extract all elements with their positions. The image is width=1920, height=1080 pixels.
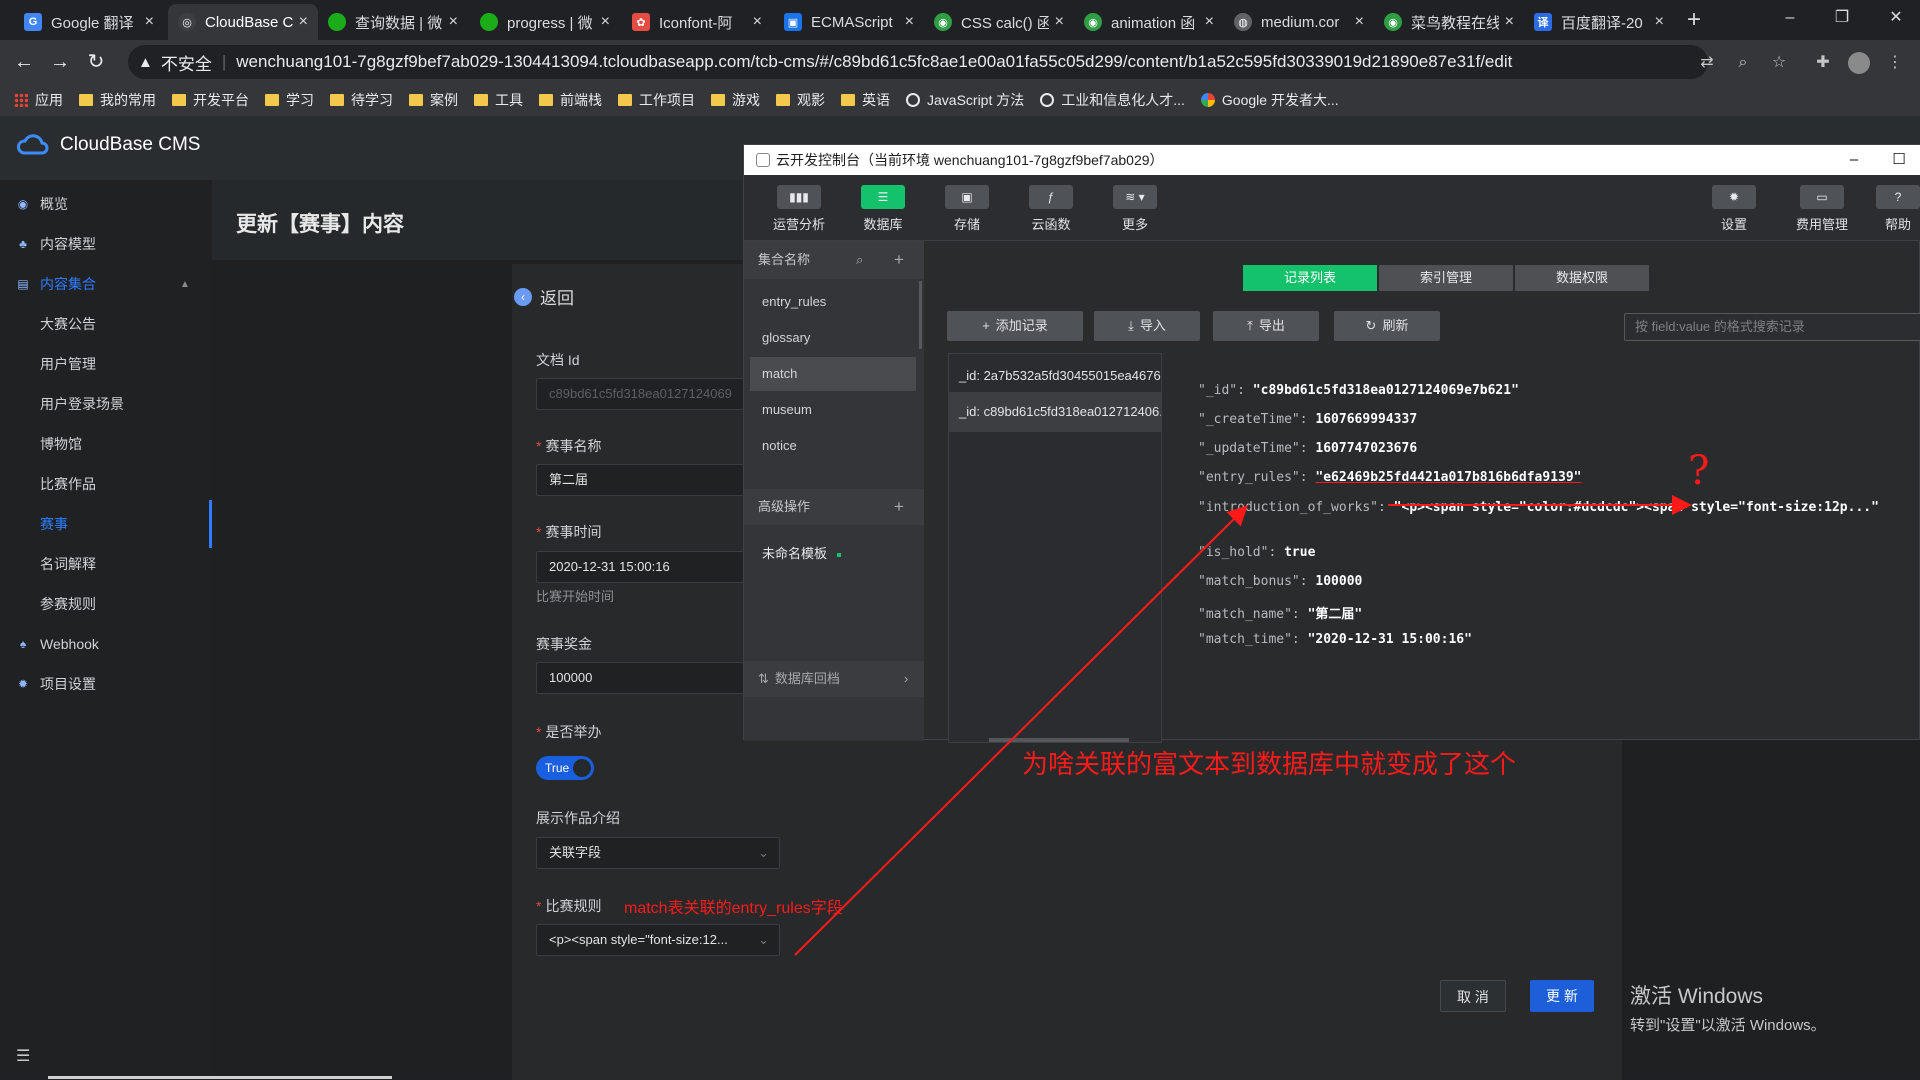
annotation-note: match表关联的entry_rules字段 bbox=[624, 900, 843, 917]
annotation-arrows bbox=[794, 495, 1692, 956]
annotation-text: 为啥关联的富文本到数据库中就变成了这个 bbox=[1022, 749, 1517, 779]
annotation-arrow bbox=[794, 505, 1248, 956]
question-mark-annotation: ? bbox=[1688, 448, 1710, 494]
